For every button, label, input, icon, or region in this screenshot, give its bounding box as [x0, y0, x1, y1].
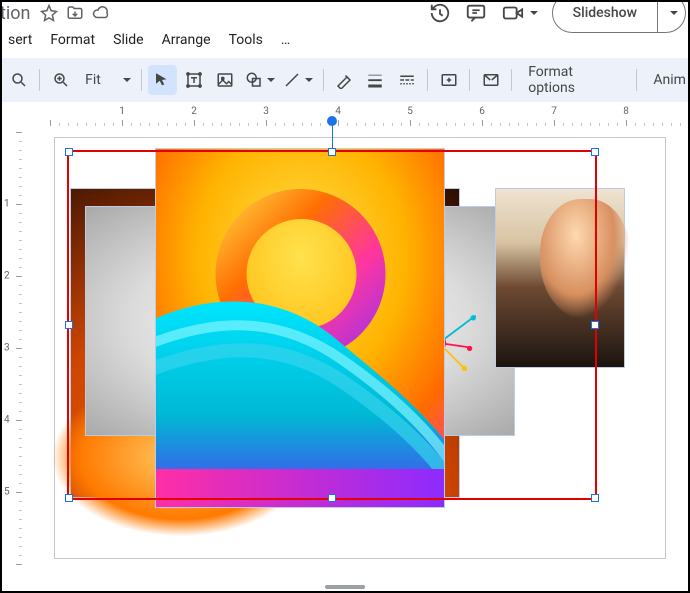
border-dash-button[interactable]: [392, 65, 421, 95]
ruler-v-number: 1: [4, 199, 10, 210]
menu-more[interactable]: …: [273, 29, 298, 51]
ruler-h-number: 8: [623, 106, 629, 117]
separator: [511, 69, 512, 91]
resize-handle-top-left[interactable]: [65, 148, 73, 156]
resize-handle-top-right[interactable]: [591, 148, 599, 156]
ruler-h-number: 2: [191, 106, 197, 117]
ruler-v-number: 3: [4, 343, 10, 354]
resize-handle-bottom-right[interactable]: [591, 494, 599, 502]
star-icon[interactable]: [36, 0, 62, 26]
document-title-fragment[interactable]: tion: [0, 3, 30, 24]
border-color-button[interactable]: [330, 65, 359, 95]
separator: [323, 69, 324, 91]
format-options-button[interactable]: Format options: [518, 64, 630, 96]
ruler-v-number: 4: [4, 415, 10, 426]
zoom-tool-button[interactable]: [46, 65, 75, 95]
slideshow-label: Slideshow: [573, 5, 637, 21]
menu-arrange[interactable]: Arrange: [154, 29, 219, 51]
horizontal-ruler[interactable]: 1 2 3 4 5 6 7 8: [50, 108, 686, 126]
shape-tool-button[interactable]: [241, 65, 278, 95]
menu-format[interactable]: Format: [42, 29, 103, 51]
chevron-down-icon: [305, 78, 313, 82]
separator: [141, 69, 142, 91]
separator: [427, 69, 428, 91]
ruler-h-number: 6: [479, 106, 485, 117]
chevron-down-icon: [267, 78, 275, 82]
animate-button[interactable]: Anim: [643, 72, 686, 88]
chevron-down-icon: [670, 11, 678, 15]
zoom-level-dropdown[interactable]: Fit: [77, 65, 135, 95]
menu-slide[interactable]: Slide: [105, 29, 151, 51]
editor-work-area: 1 2 3 4 5 6 7 8 1 2 3 4 5: [0, 102, 690, 593]
ruler-h-number: 7: [551, 106, 557, 117]
border-weight-button[interactable]: [361, 65, 390, 95]
slide-image-person[interactable]: [495, 188, 625, 368]
select-tool-button[interactable]: [148, 65, 177, 95]
speaker-notes-drag-handle[interactable]: [325, 585, 365, 589]
mask-image-button[interactable]: [476, 65, 505, 95]
ruler-h-number: 5: [407, 106, 413, 117]
replace-image-button[interactable]: [434, 65, 463, 95]
ruler-v-number: 5: [4, 487, 10, 498]
text-box-tool-button[interactable]: [179, 65, 208, 95]
comments-icon[interactable]: [458, 0, 494, 26]
separator: [469, 69, 470, 91]
slide-image-swirl[interactable]: [155, 148, 445, 508]
slide-canvas[interactable]: [55, 138, 665, 558]
search-menus-button[interactable]: [4, 65, 33, 95]
separator: [636, 69, 637, 91]
title-bar: tion Slideshow: [0, 0, 690, 26]
present-meet-button[interactable]: [494, 0, 542, 26]
ruler-v-number: 2: [4, 271, 10, 282]
ruler-h-number: 4: [335, 106, 341, 117]
line-tool-button[interactable]: [280, 65, 317, 95]
move-to-folder-icon[interactable]: [62, 0, 88, 26]
menu-insert[interactable]: sert: [0, 29, 40, 51]
ruler-h-number: 3: [263, 106, 269, 117]
zoom-level-label: Fit: [85, 72, 101, 88]
insert-image-button[interactable]: [210, 65, 239, 95]
version-history-icon[interactable]: [422, 0, 458, 26]
separator: [39, 69, 40, 91]
ruler-h-number: 1: [119, 106, 125, 117]
cloud-status-icon[interactable]: [88, 0, 114, 26]
chevron-down-icon: [530, 11, 538, 15]
chevron-down-icon: [123, 78, 131, 82]
slideshow-button[interactable]: Slideshow: [552, 0, 658, 33]
toolbar: Fit Format options Anim: [0, 58, 690, 102]
menu-tools[interactable]: Tools: [221, 29, 271, 51]
vertical-ruler[interactable]: 1 2 3 4 5: [4, 132, 22, 589]
